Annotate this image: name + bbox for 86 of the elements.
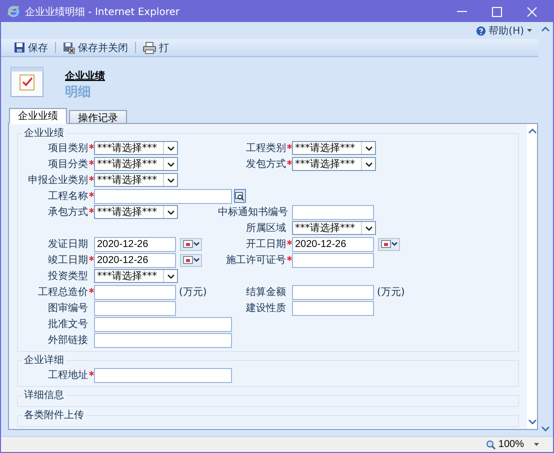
section-title: 企业业绩 <box>23 126 65 140</box>
text-field[interactable] <box>292 252 374 268</box>
window-title: 企业业绩明细 - Internet Explorer <box>25 6 180 18</box>
tab[interactable]: 企业业绩 <box>9 108 67 124</box>
date-field[interactable]: 2020-12-26 <box>94 236 176 252</box>
field-label: 发证日期 <box>47 238 88 251</box>
field-label: 图审编号 <box>47 302 88 315</box>
section-title: 详细信息 <box>23 388 65 402</box>
dropdown[interactable]: ***请选择*** <box>292 141 376 155</box>
maximize-icon <box>492 6 502 16</box>
magnifier-icon <box>486 440 496 450</box>
text-field[interactable] <box>292 300 374 316</box>
chevron-down-icon <box>166 210 174 214</box>
search-icon <box>235 192 245 200</box>
dropdown[interactable]: ***请选择*** <box>94 173 178 187</box>
unit-label: (万元) <box>377 286 405 299</box>
field-label: 工程总造价 <box>37 286 88 299</box>
text-field[interactable] <box>94 368 232 382</box>
toolbar-button[interactable]: 打 <box>140 40 172 54</box>
entity-subtitle: 明细 <box>65 84 92 101</box>
dropdown[interactable]: ***请选择*** <box>292 221 376 235</box>
chevron-down-icon <box>166 178 174 182</box>
field-label: 承包方式 <box>47 206 88 219</box>
date-field[interactable]: 2020-12-26 <box>292 236 374 252</box>
entity-title: 企业业绩 <box>65 70 105 83</box>
dropdown[interactable]: ***请选择*** <box>292 157 376 171</box>
close-icon <box>527 6 537 16</box>
text-field[interactable] <box>94 316 232 332</box>
caret-icon[interactable] <box>534 443 539 446</box>
text-field[interactable] <box>292 284 374 300</box>
minimize-icon <box>457 11 467 12</box>
calendar-button[interactable] <box>378 238 400 250</box>
calendar-button[interactable] <box>180 238 202 250</box>
help-menu[interactable]: 帮助(H) <box>476 24 532 38</box>
dropdown[interactable]: ***请选择*** <box>94 141 178 155</box>
field-label: 项目类别 <box>47 142 88 155</box>
date-field[interactable]: 2020-12-26 <box>94 252 176 268</box>
field-label: 所属区域 <box>245 222 286 235</box>
field-label: 批准文号 <box>47 318 88 331</box>
field-label: 发包方式 <box>245 158 286 171</box>
calendar-icon <box>182 240 200 248</box>
field-label: 结算金额 <box>245 286 286 299</box>
chevron-down-icon <box>364 146 372 150</box>
toolbar-button[interactable]: 保存并关闭 <box>60 40 131 54</box>
text-field[interactable] <box>292 204 374 220</box>
chevron-down-icon <box>364 162 372 166</box>
field-label: 工程地址 <box>47 368 88 382</box>
field-label: 申报企业类别 <box>27 174 88 187</box>
calendar-button[interactable] <box>180 254 202 266</box>
lookup-button[interactable] <box>234 189 246 203</box>
scrollbar[interactable] <box>527 124 537 429</box>
field-label: 投资类型 <box>47 270 88 283</box>
field-label: 中标通知书编号 <box>218 206 286 219</box>
chevron-down-icon <box>166 274 174 278</box>
field-label: 施工许可证号 <box>225 254 286 267</box>
help-icon <box>476 26 486 36</box>
text-field[interactable] <box>94 188 232 204</box>
dropdown[interactable]: ***请选择*** <box>94 157 178 171</box>
scroll-up-icon[interactable] <box>541 26 550 32</box>
field-label: 竣工日期 <box>47 254 88 267</box>
toolbar-button[interactable]: 保存 <box>11 40 51 54</box>
tab[interactable]: 操作记录 <box>69 110 127 124</box>
field-label: 外部链接 <box>47 334 88 347</box>
field-label: 工程类别 <box>245 142 286 155</box>
unit-label: (万元) <box>179 286 207 299</box>
dropdown[interactable]: ***请选择*** <box>94 205 178 219</box>
calendar-icon <box>380 240 398 248</box>
zoom-control[interactable]: 100% <box>486 439 524 450</box>
field-label: 开工日期 <box>245 238 286 251</box>
calendar-icon <box>182 256 200 264</box>
field-label: 项目分类 <box>47 158 88 171</box>
chevron-down-icon <box>166 162 174 166</box>
text-field[interactable] <box>94 332 232 348</box>
field-label: 建设性质 <box>245 302 286 315</box>
scroll-up-icon[interactable] <box>528 128 536 134</box>
field-label: 工程名称 <box>47 190 88 203</box>
section-title: 各类附件上传 <box>23 408 85 422</box>
chevron-down-icon <box>166 146 174 150</box>
text-field[interactable] <box>94 300 176 316</box>
dropdown[interactable]: ***请选择*** <box>94 269 178 283</box>
caret-icon <box>527 29 532 32</box>
browser-logo-icon <box>7 5 20 18</box>
chevron-down-icon <box>364 226 372 230</box>
printer-icon <box>143 42 156 54</box>
section-title: 企业详细 <box>23 354 65 367</box>
text-field[interactable] <box>94 284 176 300</box>
